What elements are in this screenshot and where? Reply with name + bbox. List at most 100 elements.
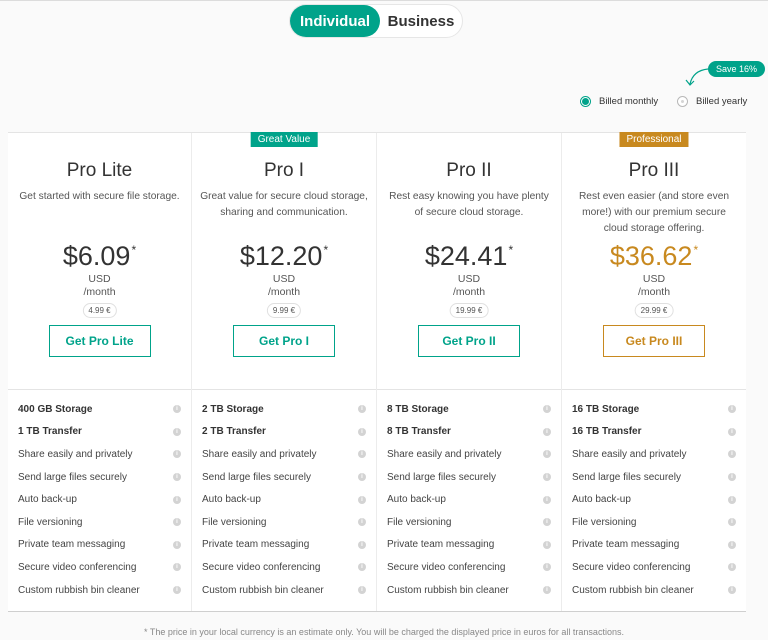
radio-selected-icon[interactable] bbox=[580, 96, 591, 107]
plan-description: Get started with secure file storage. bbox=[19, 191, 180, 202]
get-pro-i-button[interactable]: Get Pro I bbox=[233, 325, 335, 357]
info-icon[interactable]: i bbox=[543, 405, 551, 414]
plan-tag: Professional bbox=[619, 132, 689, 147]
feature-label: 2 TB Storage bbox=[202, 403, 264, 415]
feature-label: Secure video conferencing bbox=[387, 561, 506, 573]
info-icon[interactable]: i bbox=[358, 495, 366, 504]
feature-label: Private team messaging bbox=[387, 539, 495, 551]
info-icon[interactable]: i bbox=[358, 518, 366, 527]
info-icon[interactable]: i bbox=[728, 473, 736, 482]
info-icon[interactable]: i bbox=[358, 586, 366, 595]
billed-monthly-label: Billed monthly bbox=[599, 96, 659, 107]
info-icon[interactable]: i bbox=[543, 518, 551, 527]
info-icon[interactable]: i bbox=[358, 563, 366, 572]
plan-card-pro-i: Great Value Pro I Great value for secure c… bbox=[192, 132, 377, 611]
get-pro-iii-button[interactable]: Get Pro III bbox=[603, 325, 705, 357]
info-icon[interactable]: i bbox=[358, 450, 366, 459]
info-icon[interactable]: i bbox=[728, 427, 736, 436]
billed-monthly-option[interactable]: Billed monthly bbox=[580, 96, 658, 107]
info-icon[interactable]: i bbox=[728, 495, 736, 504]
feature-item: 16 TB Storage i bbox=[572, 398, 736, 421]
info-icon[interactable]: i bbox=[358, 540, 366, 549]
radio-unselected-icon[interactable] bbox=[677, 96, 688, 107]
feature-label: Private team messaging bbox=[572, 539, 680, 551]
feature-label: Send large files securely bbox=[202, 471, 311, 483]
plan-tag: Great Value bbox=[250, 132, 318, 147]
feature-label: Custom rubbish bin cleaner bbox=[202, 584, 324, 596]
info-icon[interactable]: i bbox=[543, 586, 551, 595]
info-icon[interactable]: i bbox=[173, 450, 181, 459]
plan-euro-price: 29.99 € bbox=[634, 303, 674, 318]
feature-item: 8 TB Storage i bbox=[387, 398, 551, 421]
info-icon[interactable]: i bbox=[173, 427, 181, 436]
plans-table: Pro Lite Get started with secure file sto… bbox=[8, 132, 746, 612]
feature-item: Share easily and privately i bbox=[202, 443, 366, 466]
plan-price: $36.62* bbox=[562, 241, 746, 272]
price-asterisk: * bbox=[508, 243, 514, 257]
feature-label: Send large files securely bbox=[572, 471, 681, 483]
top-divider bbox=[0, 0, 768, 1]
get-pro-lite-button[interactable]: Get Pro Lite bbox=[48, 325, 151, 357]
business-tab[interactable]: Business bbox=[380, 5, 462, 37]
feature-label: Private team messaging bbox=[18, 539, 126, 551]
info-icon[interactable]: i bbox=[728, 586, 736, 595]
info-icon[interactable]: i bbox=[543, 450, 551, 459]
feature-item: Share easily and privately i bbox=[387, 443, 551, 466]
info-icon[interactable]: i bbox=[173, 405, 181, 414]
feature-label: 16 TB Storage bbox=[572, 403, 640, 415]
plan-card-pro-ii: Pro II Rest easy knowing you have plenty … bbox=[377, 133, 562, 611]
feature-label: File versioning bbox=[18, 516, 83, 528]
feature-label: Share easily and privately bbox=[18, 448, 133, 460]
feature-label: Share easily and privately bbox=[572, 448, 687, 460]
plan-euro-price: 4.99 € bbox=[82, 303, 117, 318]
info-icon[interactable]: i bbox=[173, 495, 181, 504]
feature-label: File versioning bbox=[202, 516, 267, 528]
individual-tab[interactable]: Individual bbox=[290, 5, 380, 37]
get-pro-ii-button[interactable]: Get Pro II bbox=[418, 325, 520, 357]
info-icon[interactable]: i bbox=[728, 405, 736, 414]
feature-label: Custom rubbish bin cleaner bbox=[18, 584, 140, 596]
info-icon[interactable]: i bbox=[543, 540, 551, 549]
plan-description: Great value for secure cloud storage, sh… bbox=[200, 191, 368, 218]
info-icon[interactable]: i bbox=[358, 427, 366, 436]
info-icon[interactable]: i bbox=[358, 473, 366, 482]
feature-label: Secure video conferencing bbox=[572, 561, 691, 573]
info-icon[interactable]: i bbox=[173, 586, 181, 595]
info-icon[interactable]: i bbox=[173, 540, 181, 549]
feature-item: Auto back-up i bbox=[572, 488, 736, 511]
info-icon[interactable]: i bbox=[728, 518, 736, 527]
feature-item: Private team messaging i bbox=[18, 534, 181, 557]
info-icon[interactable]: i bbox=[358, 405, 366, 414]
info-icon[interactable]: i bbox=[543, 473, 551, 482]
feature-label: Auto back-up bbox=[572, 494, 631, 506]
plan-euro-price: 19.99 € bbox=[449, 303, 489, 318]
feature-label: Share easily and privately bbox=[202, 448, 317, 460]
plan-price: $6.09* bbox=[8, 241, 191, 272]
plan-currency: USD bbox=[88, 273, 111, 285]
plan-currency: USD bbox=[642, 273, 666, 285]
info-icon[interactable]: i bbox=[728, 563, 736, 572]
info-icon[interactable]: i bbox=[173, 563, 181, 572]
feature-label: 16 TB Transfer bbox=[572, 426, 642, 438]
feature-label: 8 TB Transfer bbox=[387, 426, 451, 438]
feature-label: Send large files securely bbox=[387, 471, 496, 483]
feature-item: Share easily and privately i bbox=[572, 443, 736, 466]
info-icon[interactable]: i bbox=[728, 540, 736, 549]
plan-divider bbox=[8, 389, 191, 390]
feature-item: File versioning i bbox=[18, 511, 181, 534]
info-icon[interactable]: i bbox=[173, 518, 181, 527]
feature-label: Share easily and privately bbox=[387, 448, 502, 460]
billed-yearly-option[interactable]: Billed yearly bbox=[677, 96, 747, 107]
info-icon[interactable]: i bbox=[728, 450, 736, 459]
feature-label: 8 TB Storage bbox=[387, 403, 449, 415]
info-icon[interactable]: i bbox=[543, 563, 551, 572]
feature-label: Secure video conferencing bbox=[18, 561, 137, 573]
info-icon[interactable]: i bbox=[543, 427, 551, 436]
price-value: $36.62 bbox=[609, 241, 693, 271]
feature-item: Custom rubbish bin cleaner i bbox=[202, 579, 366, 602]
info-icon[interactable]: i bbox=[173, 473, 181, 482]
feature-label: Auto back-up bbox=[18, 494, 77, 506]
feature-label: 400 GB Storage bbox=[18, 403, 93, 415]
info-icon[interactable]: i bbox=[543, 495, 551, 504]
plan-name: Pro I bbox=[263, 160, 305, 181]
